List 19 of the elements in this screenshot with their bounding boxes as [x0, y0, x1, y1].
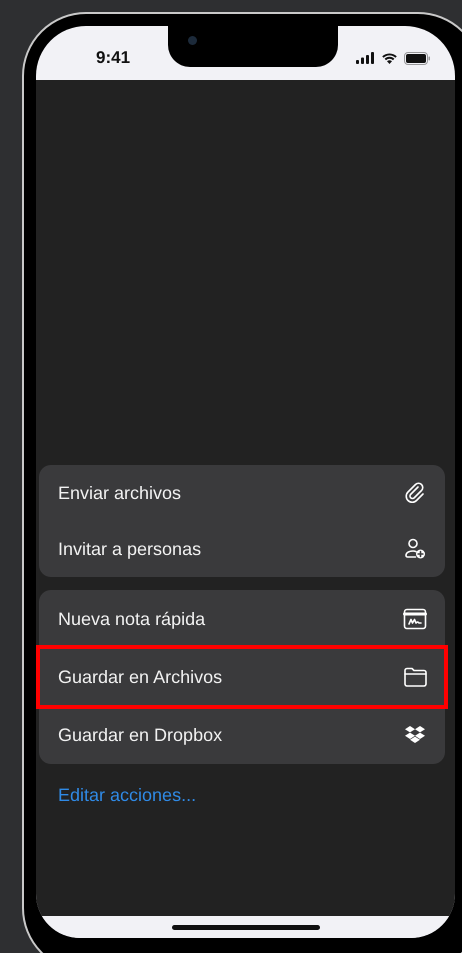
action-item[interactable]: Guardar en Archivos — [39, 648, 445, 706]
home-indicator[interactable] — [172, 924, 320, 930]
signal-icon — [356, 52, 375, 64]
status-time: 9:41 — [96, 48, 130, 68]
battery-icon — [404, 52, 431, 64]
action-label: Nueva nota rápida — [58, 608, 206, 630]
action-label: Guardar en Archivos — [58, 666, 222, 688]
action-item[interactable]: Nueva nota rápida — [39, 590, 445, 648]
wifi-icon — [381, 52, 398, 64]
note-icon — [403, 607, 428, 631]
action-label: Guardar en Dropbox — [58, 724, 222, 746]
person-add-icon — [403, 537, 428, 561]
folder-icon — [403, 665, 428, 689]
action-item[interactable]: Guardar en Dropbox — [39, 706, 445, 764]
action-item[interactable]: Invitar a personas — [39, 521, 445, 577]
action-item[interactable]: Enviar archivos — [39, 465, 445, 521]
action-label: Invitar a personas — [58, 538, 202, 560]
action-label: Enviar archivos — [58, 482, 182, 504]
edit-actions-link[interactable]: Editar acciones... — [39, 777, 196, 806]
